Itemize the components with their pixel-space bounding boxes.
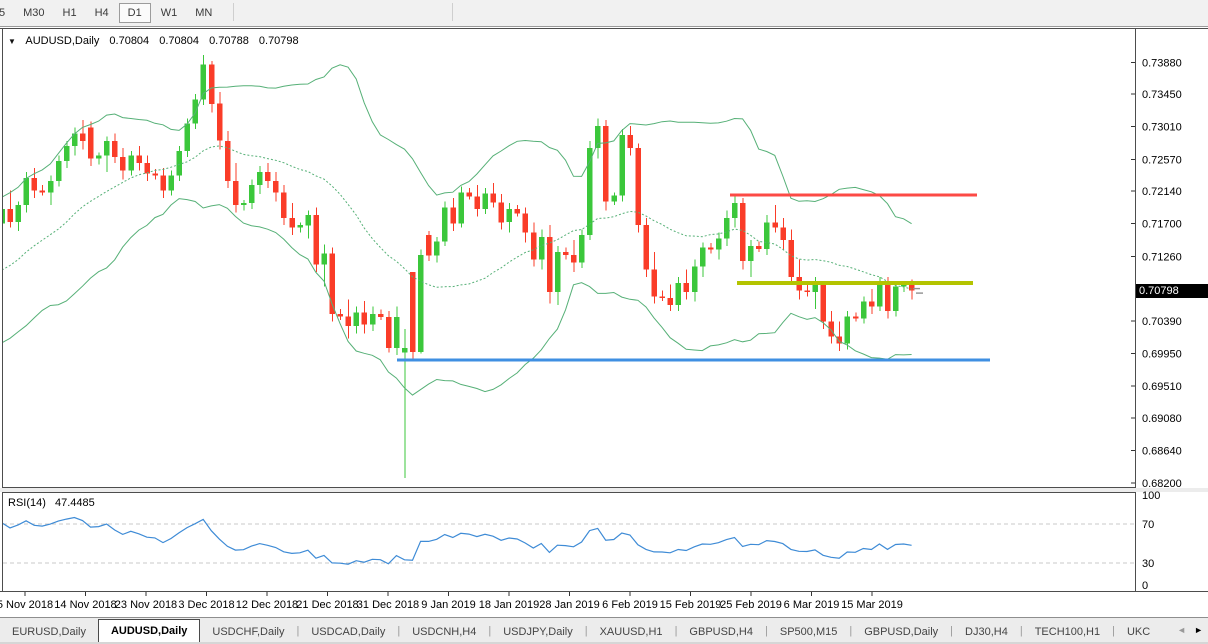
time-axis-label: 12 Dec 2018 — [236, 599, 298, 611]
time-axis-label: 6 Mar 2019 — [784, 599, 840, 611]
price-axis-label: 0.72140 — [1142, 186, 1182, 198]
time-axis-label: 14 Nov 2018 — [54, 599, 116, 611]
price-axis-label: 0.73010 — [1142, 122, 1182, 134]
time-axis-label: 5 Nov 2018 — [0, 599, 53, 611]
time-axis-label: 31 Dec 2018 — [357, 599, 419, 611]
price-axis-label: 0.73450 — [1142, 89, 1182, 101]
candle — [635, 144, 641, 233]
chart-title: ▼ AUDUSD,Daily 0.70804 0.70804 0.70788 0… — [8, 35, 306, 47]
time-axis-label: 6 Feb 2019 — [602, 599, 658, 611]
rsi-label: RSI(14) — [8, 497, 46, 509]
time-axis-label: 9 Jan 2019 — [421, 599, 475, 611]
price-axis-label: 0.70390 — [1142, 316, 1182, 328]
rsi-axis-label: 70 — [1142, 519, 1154, 531]
rsi-axis-label: 30 — [1142, 558, 1154, 570]
time-axis-label: 3 Dec 2018 — [178, 599, 234, 611]
time-axis-label: 15 Mar 2019 — [841, 599, 903, 611]
candle — [644, 218, 650, 277]
rsi-value: 47.4485 — [55, 497, 95, 509]
chart-symbol-label: AUDUSD,Daily — [25, 35, 99, 47]
candle — [410, 272, 416, 360]
candle — [458, 187, 464, 228]
price-chart-canvas[interactable]: 0.73880 0.73450 0.73010 0.72570 0.72140 0.717… — [0, 0, 1208, 644]
rsi-axis-label: 100 — [1142, 490, 1160, 502]
rsi-axis-label: 0 — [1142, 580, 1148, 592]
price-axis-label: 0.71260 — [1142, 251, 1182, 263]
candle — [313, 207, 319, 272]
time-axis-label: 28 Jan 2019 — [539, 599, 600, 611]
quote-close: 0.70798 — [259, 35, 299, 47]
current-price-label: 0.70798 — [1139, 285, 1179, 297]
candle — [619, 129, 625, 202]
candle — [442, 202, 448, 247]
price-axis-label: 0.69080 — [1142, 413, 1182, 425]
time-axis-label: 18 Jan 2019 — [479, 599, 540, 611]
candle — [603, 120, 609, 210]
price-axis-label: 0.68200 — [1142, 478, 1182, 490]
time-axis-label: 21 Dec 2018 — [296, 599, 358, 611]
quote-high: 0.70804 — [159, 35, 199, 47]
time-axis-label: 15 Feb 2019 — [660, 599, 722, 611]
current-price-box: 0.70798 — [1136, 284, 1208, 298]
rsi-indicator-caption: RSI(14) 47.4485 — [8, 497, 101, 509]
quote-open: 0.70804 — [109, 35, 149, 47]
price-axis-label: 0.73880 — [1142, 57, 1182, 69]
quote-low: 0.70788 — [209, 35, 249, 47]
main-panel[interactable] — [3, 29, 1136, 488]
candle — [418, 250, 424, 354]
price-axis-label: 0.68640 — [1142, 445, 1182, 457]
price-axis-label: 0.69510 — [1142, 381, 1182, 393]
rsi-panel[interactable] — [3, 493, 1136, 592]
candle — [386, 311, 392, 353]
candle — [740, 198, 746, 270]
price-axis-label: 0.69950 — [1142, 348, 1182, 360]
price-axis-label: 0.71700 — [1142, 219, 1182, 231]
time-axis-label: 23 Nov 2018 — [115, 599, 177, 611]
price-axis-label: 0.72570 — [1142, 154, 1182, 166]
time-axis-label: 25 Feb 2019 — [720, 599, 782, 611]
symbol-dropdown-icon[interactable]: ▼ — [8, 37, 16, 46]
